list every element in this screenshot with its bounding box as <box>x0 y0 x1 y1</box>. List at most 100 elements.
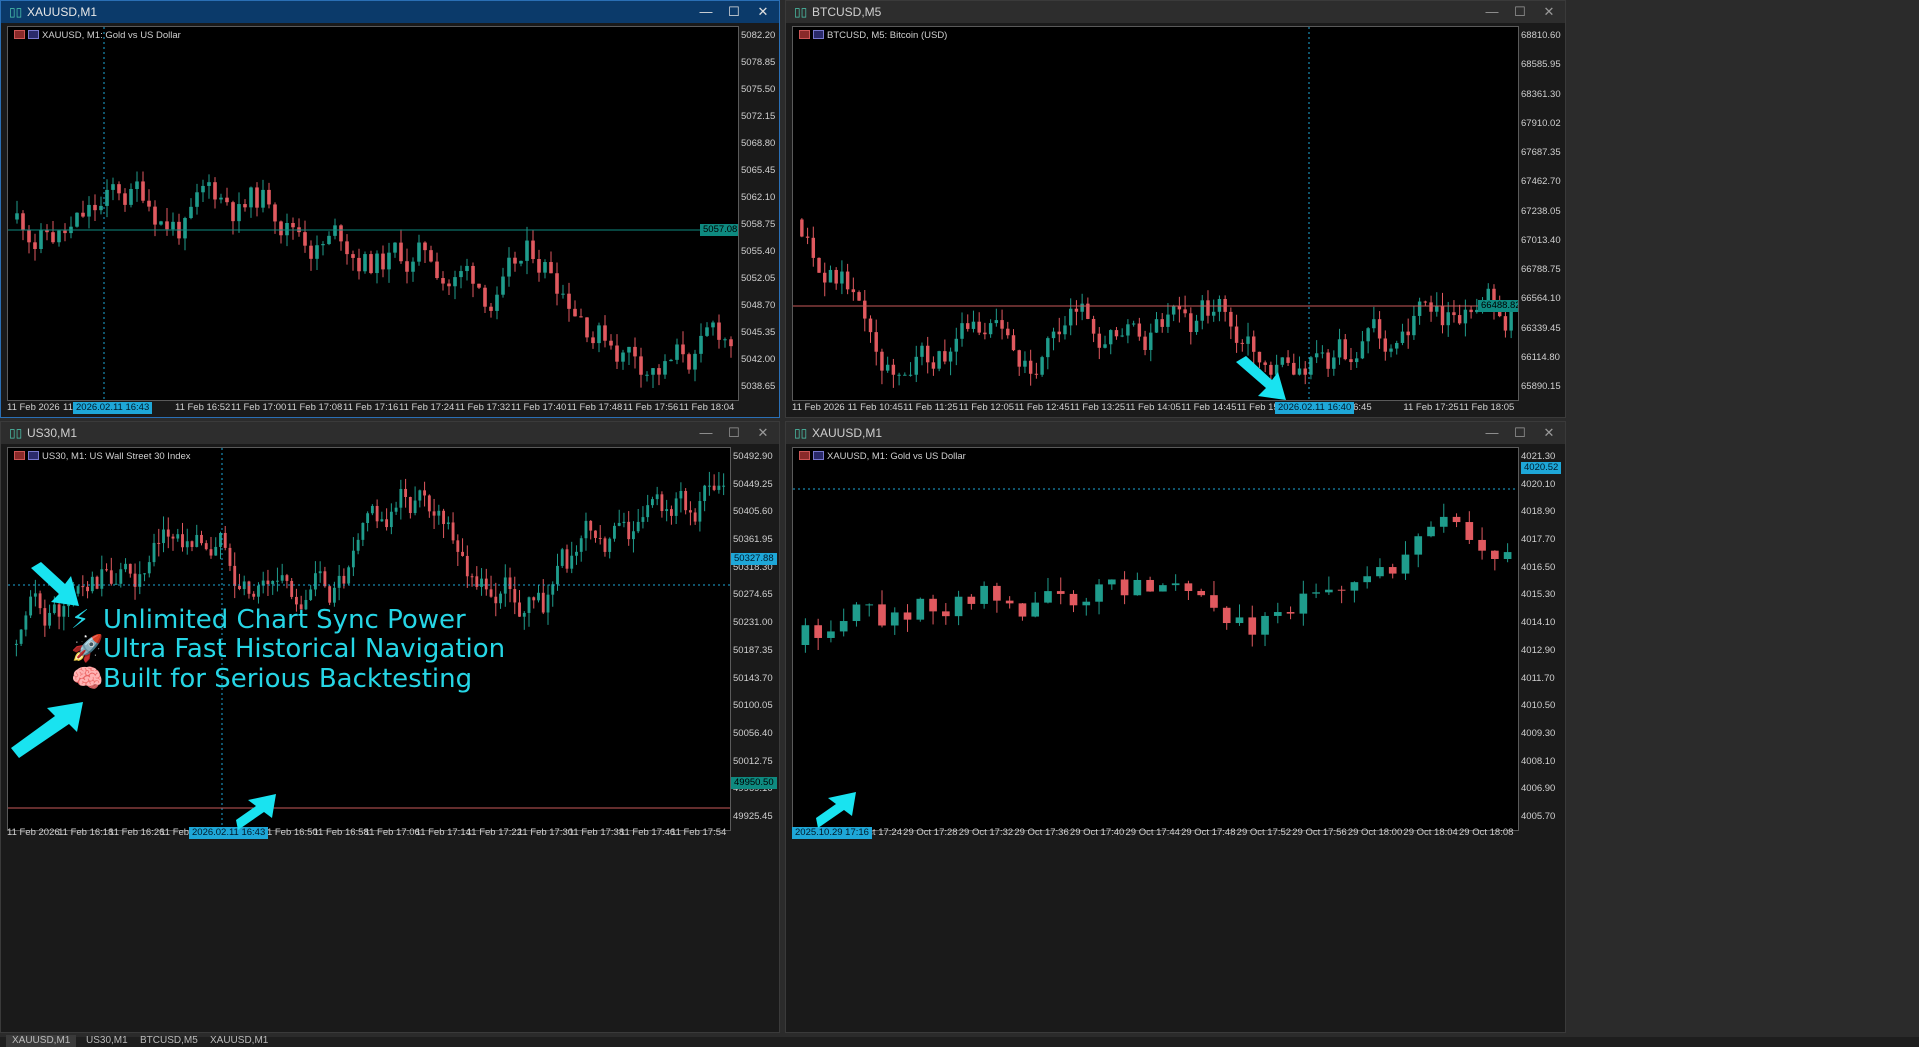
candle-body <box>375 253 379 274</box>
crosshair-price-tag: 50327.88 <box>731 553 777 565</box>
price-chart-area[interactable]: XAUUSD, M1: Gold vs US Dollar 5057.08 <box>7 26 739 401</box>
chart-window-xauusd-m1-history[interactable]: ▯▯ XAUUSD,M1 — ☐ ✕ XAUUSD, M1: Gold vs U… <box>785 421 1566 1033</box>
candle-body <box>551 584 555 595</box>
candle-body <box>1133 579 1142 596</box>
price-chart-area[interactable]: XAUUSD, M1: Gold vs US Dollar <box>792 447 1519 831</box>
close-button[interactable]: ✕ <box>1536 424 1562 442</box>
candle-body <box>345 241 349 255</box>
candle-body <box>267 189 271 205</box>
chart-window-us30-m1[interactable]: ▯▯ US30,M1 — ☐ ✕ US30, M1: US Wall Stree… <box>0 421 780 1033</box>
candle-body <box>318 571 322 574</box>
candle-body <box>225 197 229 203</box>
tab-xauusd-m1[interactable]: XAUUSD,M1 <box>6 1035 77 1047</box>
candle-body <box>1044 591 1052 603</box>
candle-body <box>1246 336 1250 344</box>
candle-body <box>1154 319 1159 333</box>
window-titlebar[interactable]: ▯▯ US30,M1 — ☐ ✕ <box>1 422 779 444</box>
chart-window-icon: ▯▯ <box>794 5 808 19</box>
symbol-icon <box>813 30 824 39</box>
candle-body <box>503 577 507 594</box>
candle-body <box>285 575 289 581</box>
close-button[interactable]: ✕ <box>1536 3 1562 21</box>
price-tick-label: 68810.60 <box>1521 30 1561 41</box>
minimize-button[interactable]: — <box>693 424 719 442</box>
candle-body <box>579 316 583 318</box>
window-titlebar[interactable]: ▯▯ XAUUSD,M1 — ☐ ✕ <box>1 1 779 23</box>
candle-body <box>429 250 433 262</box>
candle-body <box>189 206 193 219</box>
window-titlebar[interactable]: ▯▯ BTCUSD,M5 — ☐ ✕ <box>786 1 1565 23</box>
maximize-button[interactable]: ☐ <box>1507 3 1533 21</box>
window-titlebar[interactable]: ▯▯ XAUUSD,M1 — ☐ ✕ <box>786 422 1565 444</box>
candle-body <box>1273 612 1282 616</box>
candle-body <box>238 585 241 590</box>
candle-body <box>1309 357 1313 375</box>
candle-body <box>555 273 559 294</box>
symbol-icon <box>28 30 39 39</box>
candle-body <box>459 271 463 278</box>
time-tick-label: 11 Feb 17:48 <box>567 402 623 413</box>
chart-window-btcusd-m5[interactable]: ▯▯ BTCUSD,M5 — ☐ ✕ BTCUSD, M5: Bitcoin (… <box>785 0 1566 418</box>
candle-body <box>585 317 589 338</box>
candle-body <box>636 521 640 532</box>
candle-body <box>389 511 393 528</box>
candle-body <box>417 242 421 262</box>
time-axis[interactable]: 11 Feb 2026 11 Feb 16:18 11 Feb 16:26 11 Fe… <box>7 827 731 841</box>
candle-body <box>639 356 643 375</box>
candle-body <box>90 576 94 592</box>
candle-body <box>878 604 886 626</box>
candle-body <box>435 261 439 279</box>
candle-body <box>1503 552 1512 560</box>
candle-body <box>1197 590 1206 596</box>
time-axis[interactable]: 11 Feb 2026 11 Feb 10:45 11 Feb 11:25 11 Fe… <box>792 402 1519 416</box>
candle-body <box>507 257 511 277</box>
tab-us30-m1[interactable]: US30,M1 <box>80 1035 134 1047</box>
close-button[interactable]: ✕ <box>750 3 776 21</box>
candle-body <box>1051 331 1056 339</box>
candle-body <box>641 517 645 522</box>
candle-body <box>356 539 360 551</box>
price-tick-label: 4020.10 <box>1521 478 1556 490</box>
candle-body <box>1439 516 1448 527</box>
candle-body <box>839 621 848 632</box>
tab-btcusd-m5[interactable]: BTCUSD,M5 <box>134 1035 204 1047</box>
candle-body <box>931 362 936 369</box>
minimize-button[interactable]: — <box>1479 3 1505 21</box>
price-tick-label: 4010.50 <box>1521 700 1556 712</box>
time-tick-label: 11 Feb 17:00 <box>231 402 287 413</box>
window-title: BTCUSD,M5 <box>812 5 882 19</box>
candle-body <box>800 219 804 237</box>
candle-body <box>166 529 170 537</box>
price-tick-label: 4017.70 <box>1521 534 1556 546</box>
candle-body <box>852 604 861 622</box>
candle-body <box>381 253 385 270</box>
candle-body <box>181 534 184 548</box>
candle-body <box>674 498 678 516</box>
time-axis[interactable]: ct 17:2029 Oct 17:2429 Oct 17:2829 Oct 1… <box>792 827 1519 841</box>
time-tick-label: 11 Feb 12:05 <box>958 402 1015 413</box>
candle-body <box>351 254 355 258</box>
minimize-button[interactable]: — <box>693 3 719 21</box>
candle-body <box>1068 308 1073 326</box>
candle-body <box>594 530 597 538</box>
chart-window-xauusd-m1[interactable]: ▯▯ XAUUSD,M1 — ☐ ✕ XAUUSD, M1: Gold vs U… <box>0 0 780 418</box>
candle-body <box>480 578 483 587</box>
time-tick-label: 11 Feb 10:45 <box>847 402 903 413</box>
tab-xauusd-m1-2[interactable]: XAUUSD,M1 <box>204 1035 274 1047</box>
maximize-button[interactable]: ☐ <box>721 424 747 442</box>
candle-body <box>1503 316 1508 331</box>
candle-body <box>33 242 37 249</box>
candle-body <box>95 576 99 589</box>
maximize-button[interactable]: ☐ <box>721 3 747 21</box>
candle-body <box>81 212 85 217</box>
close-button[interactable]: ✕ <box>750 424 776 442</box>
maximize-button[interactable]: ☐ <box>1507 424 1533 442</box>
chart-window-icon: ▯▯ <box>9 426 23 440</box>
candle-body <box>327 235 331 245</box>
candle-body <box>499 593 502 604</box>
chart-tab-bar: XAUUSD,M1 US30,M1 BTCUSD,M5 XAUUSD,M1 <box>0 1035 1919 1047</box>
price-chart-area[interactable]: BTCUSD, M5: Bitcoin (USD) 66488.82 <box>792 26 1519 401</box>
candle-body <box>681 344 685 355</box>
minimize-button[interactable]: — <box>1479 424 1505 442</box>
price-tick-label: 5055.40 <box>741 246 776 257</box>
